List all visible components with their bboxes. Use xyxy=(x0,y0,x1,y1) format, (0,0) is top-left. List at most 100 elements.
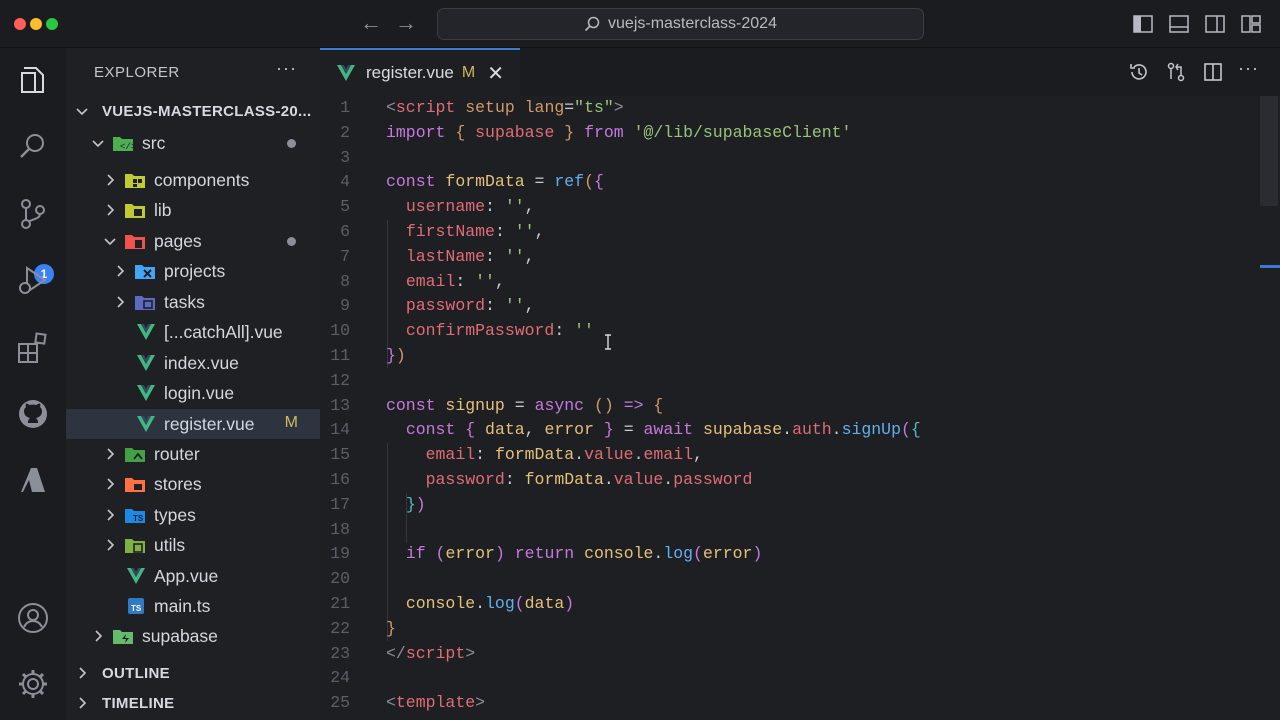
code-line: 23 </script> xyxy=(330,643,476,663)
editor-scrollbar-thumb[interactable] xyxy=(1260,96,1278,206)
tree-item-main-ts[interactable]: TS main.ts xyxy=(66,591,320,621)
code-line: 6 firstName: '', xyxy=(340,222,545,241)
command-search-box[interactable]: vuejs-masterclass-2024 xyxy=(437,8,924,40)
code-line: 11}) xyxy=(330,346,406,365)
tree-item-label: register.vue xyxy=(164,413,255,434)
toggle-secondary-sidebar-icon[interactable] xyxy=(1204,13,1226,35)
chevron-right-icon xyxy=(107,478,115,490)
tree-item-label: login.vue xyxy=(164,382,235,403)
tasks-folder-icon xyxy=(135,296,155,310)
split-editor-icon[interactable] xyxy=(1202,61,1224,83)
explorer-more-actions-button[interactable]: ··· xyxy=(276,58,297,79)
tab-register-vue[interactable]: register.vue M ✕ xyxy=(320,48,520,96)
forward-arrow-icon[interactable]: → xyxy=(393,10,419,36)
code-line: 18 xyxy=(330,519,350,539)
tree-item-app-vue[interactable]: App.vue xyxy=(66,561,320,591)
maximize-window-button[interactable] xyxy=(46,18,58,30)
timeline-section-header[interactable]: TIMELINE xyxy=(66,688,320,718)
code-line: 19 if (error) return console.log(error) xyxy=(330,544,763,564)
open-timeline-icon[interactable] xyxy=(1128,61,1150,83)
code-line: 13 const signup = async () => { xyxy=(330,395,664,415)
extensions-icon[interactable] xyxy=(15,330,51,366)
tree-item-label: components xyxy=(154,169,250,190)
vue-file-icon xyxy=(137,355,155,371)
code-line: 17 }) xyxy=(330,494,426,514)
code-editor[interactable]: 1 <script setup lang="ts"> 2 import { supa… xyxy=(320,96,1260,720)
explorer-icon[interactable] xyxy=(15,62,51,98)
outline-section-header[interactable]: OUTLINE xyxy=(66,658,320,688)
accounts-icon[interactable] xyxy=(15,600,51,636)
code-line: 22} xyxy=(330,618,396,638)
tree-item-label: src xyxy=(142,132,166,153)
chevron-right-icon xyxy=(79,667,87,679)
close-window-button[interactable] xyxy=(14,18,26,30)
supabase-folder-icon xyxy=(113,630,133,644)
workspace-root-label: VUEJS-MASTERCLASS-20... xyxy=(102,102,312,120)
code-line: 2 import { supabase } from '@/lib/supabas… xyxy=(340,122,852,142)
customize-layout-icon[interactable] xyxy=(1240,13,1262,35)
open-changes-icon[interactable] xyxy=(1165,61,1187,83)
search-icon xyxy=(584,16,600,32)
tree-item-label: projects xyxy=(164,260,226,281)
chevron-right-icon xyxy=(117,265,125,277)
tree-item-index-vue[interactable]: index.vue xyxy=(66,348,320,378)
lib-folder-icon xyxy=(125,204,145,218)
modified-dot xyxy=(287,139,296,148)
modified-status: M xyxy=(284,414,298,431)
tree-item-projects[interactable]: projects xyxy=(66,256,320,286)
tree-item-login-vue[interactable]: login.vue xyxy=(66,378,320,408)
chevron-right-icon xyxy=(107,174,115,186)
workspace-root[interactable]: VUEJS-MASTERCLASS-20... xyxy=(66,96,320,126)
editor-more-actions-button[interactable]: ··· xyxy=(1238,58,1259,79)
settings-gear-icon[interactable] xyxy=(15,666,51,702)
vue-file-icon xyxy=(137,324,155,340)
code-line: 8 email: '', xyxy=(340,271,505,291)
tab-close-icon[interactable]: ✕ xyxy=(487,61,504,86)
code-line: 4 const formData = ref({ xyxy=(340,172,604,192)
github-icon[interactable] xyxy=(15,396,51,432)
code-line: 5 username: '', xyxy=(340,197,535,217)
vue-file-icon xyxy=(137,385,155,401)
ts-file-icon: TS xyxy=(128,598,144,614)
chevron-down-icon xyxy=(104,238,116,246)
tree-item-src[interactable]: </> src xyxy=(66,128,320,158)
tree-item-label: [...catchAll].vue xyxy=(164,321,283,342)
svg-text:TS: TS xyxy=(131,604,142,613)
tree-item-router[interactable]: router xyxy=(66,439,320,469)
code-line: 12 xyxy=(330,370,350,390)
editor-tab-bar: register.vue M ✕ ··· xyxy=(320,48,1280,96)
code-line: 10 confirmPassword: '' xyxy=(330,321,594,341)
code-line: 15 email: formData.value.email, xyxy=(330,445,703,465)
tree-item-pages[interactable]: pages xyxy=(66,226,320,256)
timeline-label: TIMELINE xyxy=(102,694,175,712)
tree-item-tasks[interactable]: tasks xyxy=(66,287,320,317)
toggle-panel-icon[interactable] xyxy=(1168,13,1190,35)
code-line: 14 const { data, error } = await supabas… xyxy=(330,420,921,440)
tree-item-supabase[interactable]: supabase xyxy=(66,621,320,651)
chevron-right-icon xyxy=(117,296,125,308)
components-folder-icon xyxy=(125,174,145,188)
tree-item-register-vue[interactable]: register.vue M xyxy=(66,409,320,439)
tree-item-utils[interactable]: utils xyxy=(66,530,320,560)
source-control-icon[interactable] xyxy=(15,196,51,232)
chevron-right-icon xyxy=(107,204,115,216)
activity-bar: 1 xyxy=(0,48,66,720)
tree-item-label: utils xyxy=(154,534,186,555)
tree-item-catchall-vue[interactable]: [...catchAll].vue xyxy=(66,317,320,347)
outline-label: OUTLINE xyxy=(102,664,170,682)
code-line: 7 lastName: '', xyxy=(340,246,535,266)
back-arrow-icon[interactable]: ← xyxy=(358,10,384,36)
code-line: 21 console.log(data) xyxy=(330,594,575,613)
tree-item-stores[interactable]: stores xyxy=(66,469,320,499)
toggle-primary-sidebar-icon[interactable] xyxy=(1132,13,1154,35)
minimize-window-button[interactable] xyxy=(30,18,42,30)
tree-item-types[interactable]: TS types xyxy=(66,500,320,530)
chevron-right-icon xyxy=(79,697,87,709)
tree-item-label: main.ts xyxy=(154,595,211,616)
run-debug-icon[interactable] xyxy=(15,262,51,298)
tab-label: register.vue xyxy=(366,63,454,82)
tree-item-lib[interactable]: lib xyxy=(66,195,320,225)
azure-icon[interactable] xyxy=(15,462,51,498)
search-view-icon[interactable] xyxy=(15,128,51,164)
tree-item-components[interactable]: components xyxy=(66,165,320,195)
